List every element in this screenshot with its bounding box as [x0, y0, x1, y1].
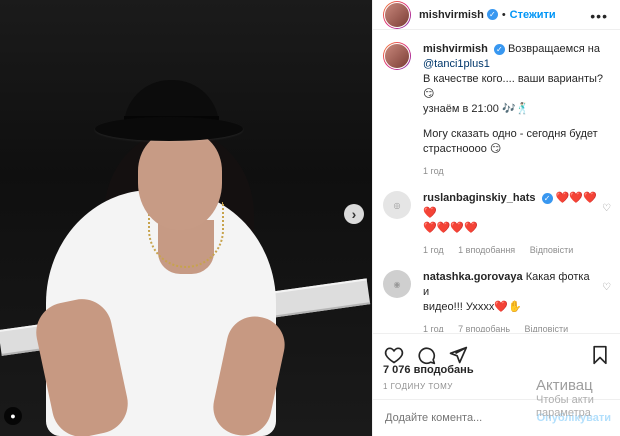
bookmark-icon[interactable] [589, 344, 611, 366]
comment-username[interactable]: ruslanbaginskiy_hats [423, 192, 536, 204]
add-comment-bar: Опублікувати [373, 399, 620, 436]
comment-text-line2: видео!!! Ухххх❤️✋ [423, 301, 522, 313]
follow-button[interactable]: Стежити [510, 9, 556, 21]
share-icon[interactable] [447, 344, 469, 366]
comment-text-line2: ❤️❤️❤️❤️ [423, 222, 478, 234]
likes-count[interactable]: 7 076 вподобань [383, 364, 474, 376]
post-media[interactable]: › ● [0, 0, 372, 436]
reply-button[interactable]: Відповісти [525, 324, 569, 332]
comment-time: 1 год [423, 245, 444, 255]
post-time: 1 ГОДИНУ ТОМУ [383, 382, 453, 391]
like-comment-heart-icon[interactable]: ♡ [602, 282, 611, 332]
publish-button[interactable]: Опублікувати [537, 412, 611, 424]
caption-avatar[interactable] [383, 42, 411, 70]
comments-list: mishvirmish ✓ Возвращаемся на @tanci1plu… [373, 30, 620, 332]
author-username[interactable]: mishvirmish [419, 9, 484, 21]
user-tag-icon[interactable]: ● [4, 407, 22, 425]
comment-item: ◎ ruslanbaginskiy_hats ✓ ❤️❤️❤️❤️ ❤️❤️❤️… [373, 191, 620, 258]
verified-icon: ✓ [493, 43, 505, 55]
more-options-icon[interactable]: ••• [590, 8, 608, 24]
separator-dot: • [501, 8, 506, 21]
like-comment-heart-icon[interactable]: ♡ [602, 203, 611, 258]
comment-bubble-icon[interactable] [415, 344, 437, 366]
caption-line4: Могу сказать одно - сегодня будет [423, 128, 598, 140]
comment-time: 1 год [423, 324, 444, 332]
comment-input[interactable] [383, 411, 537, 425]
comment-avatar[interactable]: ◉ [383, 270, 411, 298]
comment-likes[interactable]: 1 вподобання [458, 245, 515, 255]
face [138, 132, 222, 230]
caption: mishvirmish ✓ Возвращаемся на @tanci1plu… [373, 42, 620, 179]
caption-mention[interactable]: @tanci1plus1 [423, 57, 611, 72]
caption-line5: страстноооо 😏 [423, 143, 502, 155]
caption-username[interactable]: mishvirmish [423, 43, 488, 55]
caption-time: 1 год [423, 166, 444, 176]
instagram-post: › ● mishvirmish ✓ • Стежити ••• mishvirm… [0, 0, 620, 436]
caption-line2: В качестве кого.... ваши варианты?😏 [423, 73, 604, 100]
reply-button[interactable]: Відповісти [530, 245, 574, 255]
comment-avatar[interactable]: ◎ [383, 191, 411, 219]
post-panel: mishvirmish ✓ • Стежити ••• mishvirmish … [372, 0, 620, 436]
verified-icon: ✓ [486, 9, 498, 20]
caption-line3: узнаём в 21:00 🎶🕺🏻 [423, 103, 530, 115]
activation-title: Активац [536, 377, 593, 394]
comment-username[interactable]: natashka.gorovaya [423, 271, 523, 283]
verified-icon: ✓ [541, 192, 553, 204]
next-arrow-icon[interactable]: › [344, 204, 364, 224]
caption-line1: Возвращаемся на [507, 43, 600, 55]
hat-brim [95, 117, 243, 141]
avatar[interactable] [383, 0, 411, 29]
like-heart-icon[interactable] [383, 344, 405, 366]
post-header: mishvirmish ✓ • Стежити ••• [373, 0, 620, 30]
comment-item: ◉ natashka.gorovaya Какая фотка и видео!… [373, 270, 620, 332]
comment-likes[interactable]: 7 вподобань [458, 324, 510, 332]
